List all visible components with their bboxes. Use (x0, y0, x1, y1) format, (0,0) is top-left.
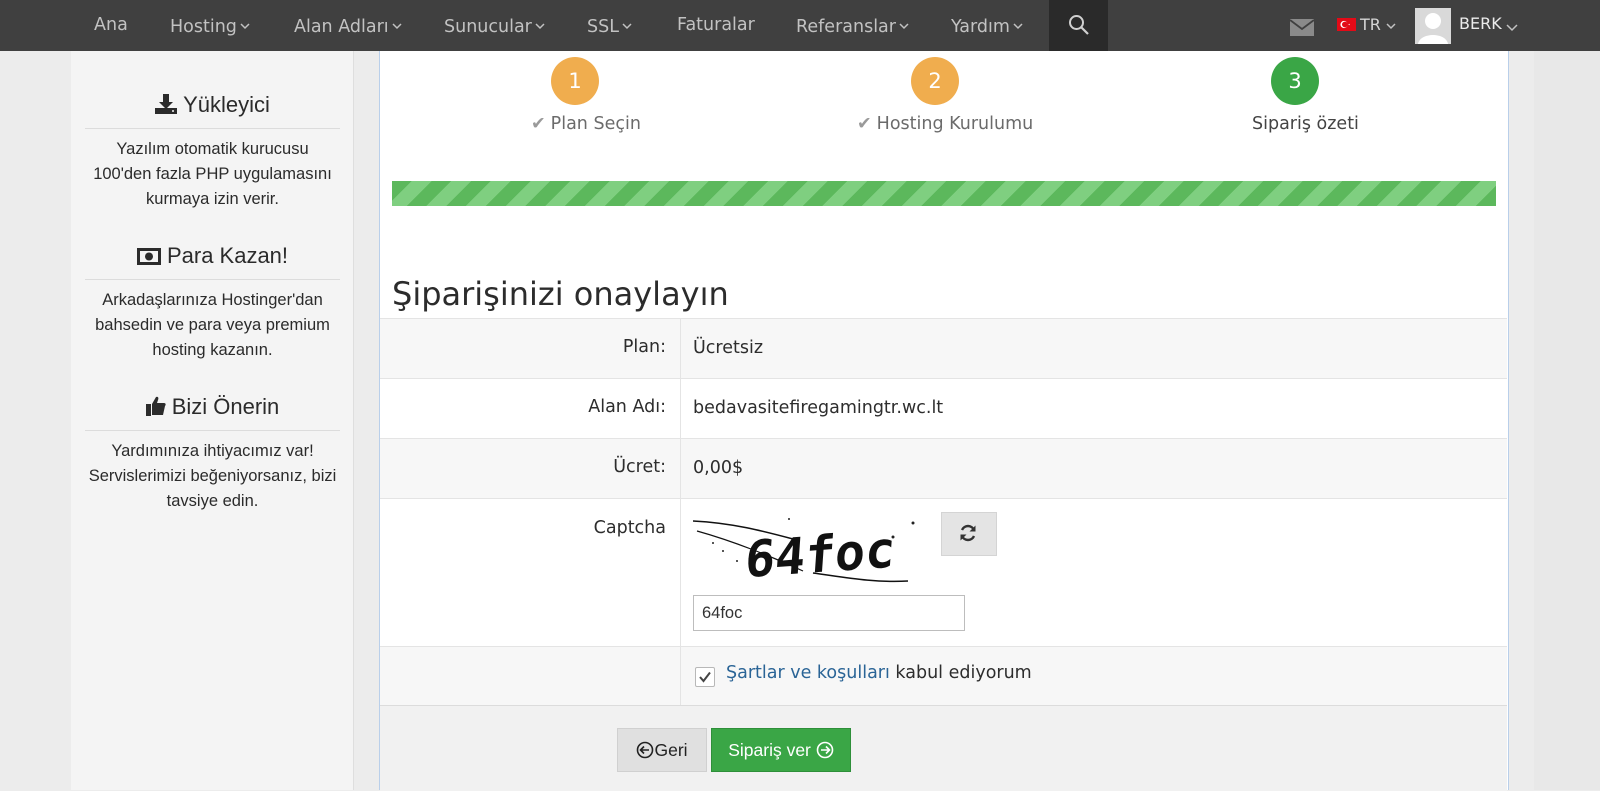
sidebar-section-title: Para Kazan! (85, 243, 340, 280)
page-title: Şiparişinizi onaylayın (392, 274, 729, 313)
chevron-down-icon (392, 0, 402, 50)
turkey-flag-icon[interactable] (1337, 18, 1356, 31)
check-icon: ✔ (857, 114, 872, 134)
nav-item-label: SSL (587, 17, 619, 37)
captcha-image-text: 64foc (743, 520, 897, 585)
nav-item-label: Alan Adları (294, 17, 389, 37)
chevron-down-icon (240, 0, 250, 50)
step-1-label: ✔ Plan Seçin (531, 114, 641, 134)
username[interactable]: BERK (1459, 0, 1502, 51)
step-label-text: Hosting Kurulumu (876, 114, 1034, 134)
sidebar-section-text: Yardımınıza ihtiyacımız var! Servislerim… (88, 442, 337, 510)
price-row: Ücret: 0,00$ (380, 438, 1507, 498)
sidebar-section-recommend: Bizi Önerin Yardımınıza ihtiyacımız var!… (85, 394, 340, 514)
nav-item-label: Ana (94, 15, 128, 35)
plan-value: Ücretsiz (693, 338, 764, 358)
checkmark-icon (699, 671, 711, 683)
terms-suffix: kabul ediyorum (889, 663, 1032, 683)
price-value: 0,00$ (693, 458, 744, 478)
chevron-down-icon[interactable] (1506, 19, 1518, 37)
button-bar (380, 705, 1507, 791)
nav-item-label: Yardım (951, 17, 1010, 37)
nav-item-yardim[interactable]: Yardım (951, 0, 1023, 51)
refresh-icon (960, 524, 976, 542)
nav-item-faturalar[interactable]: Faturalar (677, 0, 755, 51)
nav-item-sunucular[interactable]: Sunucular (444, 0, 545, 51)
price-label: Ücret: (613, 457, 666, 477)
chevron-down-icon (899, 0, 909, 50)
mail-icon[interactable] (1289, 19, 1315, 41)
plan-row: Plan: Ücretsiz (380, 318, 1507, 378)
back-button-label: Geri (654, 740, 688, 760)
arrow-left-circle-icon (636, 732, 654, 774)
label-cell: Ücret: (380, 439, 681, 498)
back-button[interactable]: Geri (617, 728, 707, 772)
step-2-label: ✔ Hosting Kurulumu (857, 114, 1033, 134)
nav-item-label: Sunucular (444, 17, 532, 37)
page-background-right (1534, 51, 1600, 790)
label-cell (380, 647, 681, 706)
sidebar-section-title-text: Para Kazan! (166, 243, 289, 268)
chevron-down-icon (1013, 0, 1023, 50)
sidebar-section-earn-money: Para Kazan! Arkadaşlarınıza Hostinger'da… (85, 243, 340, 363)
step-3-circle: 3 (1271, 57, 1319, 105)
terms-row: Şartlar ve koşulları kabul ediyorum (380, 646, 1507, 706)
refresh-captcha-button[interactable] (941, 512, 997, 556)
sidebar-section-installer: Yükleyici Yazılım otomatik kurucusu 100'… (85, 92, 340, 212)
page-background-left (0, 51, 71, 790)
terms-text: Şartlar ve koşulları kabul ediyorum (726, 663, 1032, 683)
captcha-row: Captcha 64foc (380, 498, 1507, 646)
domain-value: bedavasitefiregamingtr.wc.lt (693, 398, 944, 418)
language-code: TR (1360, 15, 1381, 34)
step-3-label: Sipariş özeti (1252, 114, 1359, 134)
nav-item-hosting[interactable]: Hosting (170, 0, 250, 51)
sidebar-section-text: Arkadaşlarınıza Hostinger'dan bahsedin v… (95, 291, 330, 359)
download-icon (155, 94, 178, 120)
nav-item-label: Hosting (170, 17, 237, 37)
sidebar-section-text: Yazılım otomatik kurucusu 100'den fazla … (93, 140, 332, 208)
captcha-image: 64foc (692, 511, 919, 589)
sidebar-section-title-text: Bizi Önerin (171, 394, 280, 419)
domain-row: Alan Adı: bedavasitefiregamingtr.wc.lt (380, 378, 1507, 438)
sidebar-section-title: Bizi Önerin (85, 394, 340, 431)
nav-item-label: Referanslar (796, 17, 896, 37)
language-selector[interactable]: TR (1360, 0, 1396, 51)
avatar[interactable] (1415, 8, 1451, 44)
sidebar-section-title: Yükleyici (85, 92, 340, 129)
captcha-label: Captcha (593, 518, 666, 538)
chevron-down-icon (535, 0, 545, 50)
terms-link[interactable]: Şartlar ve koşulları (726, 663, 890, 683)
nav-item-referanslar[interactable]: Referanslar (796, 0, 909, 51)
nav-item-label: Faturalar (677, 15, 755, 35)
progress-bar (392, 181, 1496, 206)
label-cell: Plan: (380, 319, 681, 378)
thumbs-up-icon (145, 396, 166, 422)
step-1-circle: 1 (551, 57, 599, 105)
terms-checkbox[interactable] (695, 667, 715, 687)
search-button[interactable] (1049, 0, 1108, 51)
place-order-button-label: Sipariş ver (728, 740, 811, 760)
nav-item-alan-adlari[interactable]: Alan Adları (294, 0, 402, 51)
step-2-circle: 2 (911, 57, 959, 105)
plan-label: Plan: (622, 337, 666, 357)
sidebar-section-title-text: Yükleyici (183, 92, 270, 117)
domain-label: Alan Adı: (588, 397, 666, 417)
arrow-right-circle-icon (816, 732, 834, 774)
label-cell: Captcha (380, 499, 681, 646)
top-navbar: Ana Hosting Alan Adları Sunucular SSL Fa… (0, 0, 1600, 51)
chevron-down-icon (622, 0, 632, 50)
nav-item-ana[interactable]: Ana (94, 0, 128, 51)
step-label-text: Plan Seçin (550, 114, 641, 134)
chevron-down-icon (1386, 15, 1396, 34)
place-order-button[interactable]: Sipariş ver (711, 728, 851, 772)
search-icon (1069, 15, 1089, 35)
money-icon (136, 245, 161, 271)
captcha-input[interactable] (693, 595, 965, 631)
nav-item-ssl[interactable]: SSL (587, 0, 632, 51)
label-cell: Alan Adı: (380, 379, 681, 438)
check-icon: ✔ (531, 114, 546, 134)
